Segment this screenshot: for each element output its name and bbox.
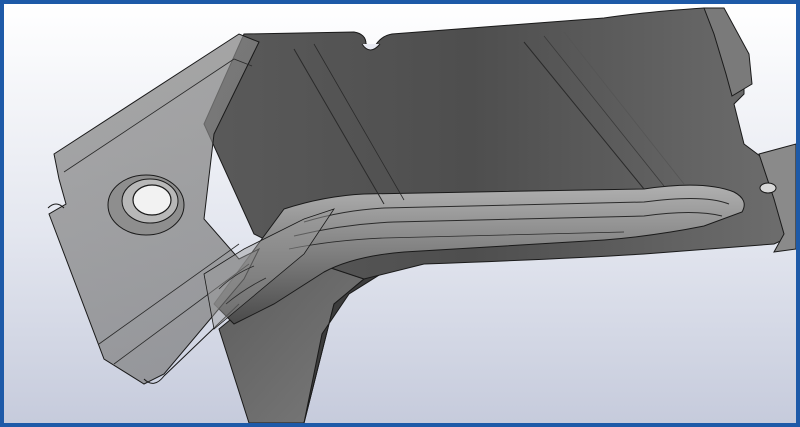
mounting-hole [132,184,172,216]
graphics-viewport[interactable] [4,4,796,423]
sheet-metal-bracket-icon[interactable] [4,4,796,423]
graphics-viewport-frame [0,0,800,427]
